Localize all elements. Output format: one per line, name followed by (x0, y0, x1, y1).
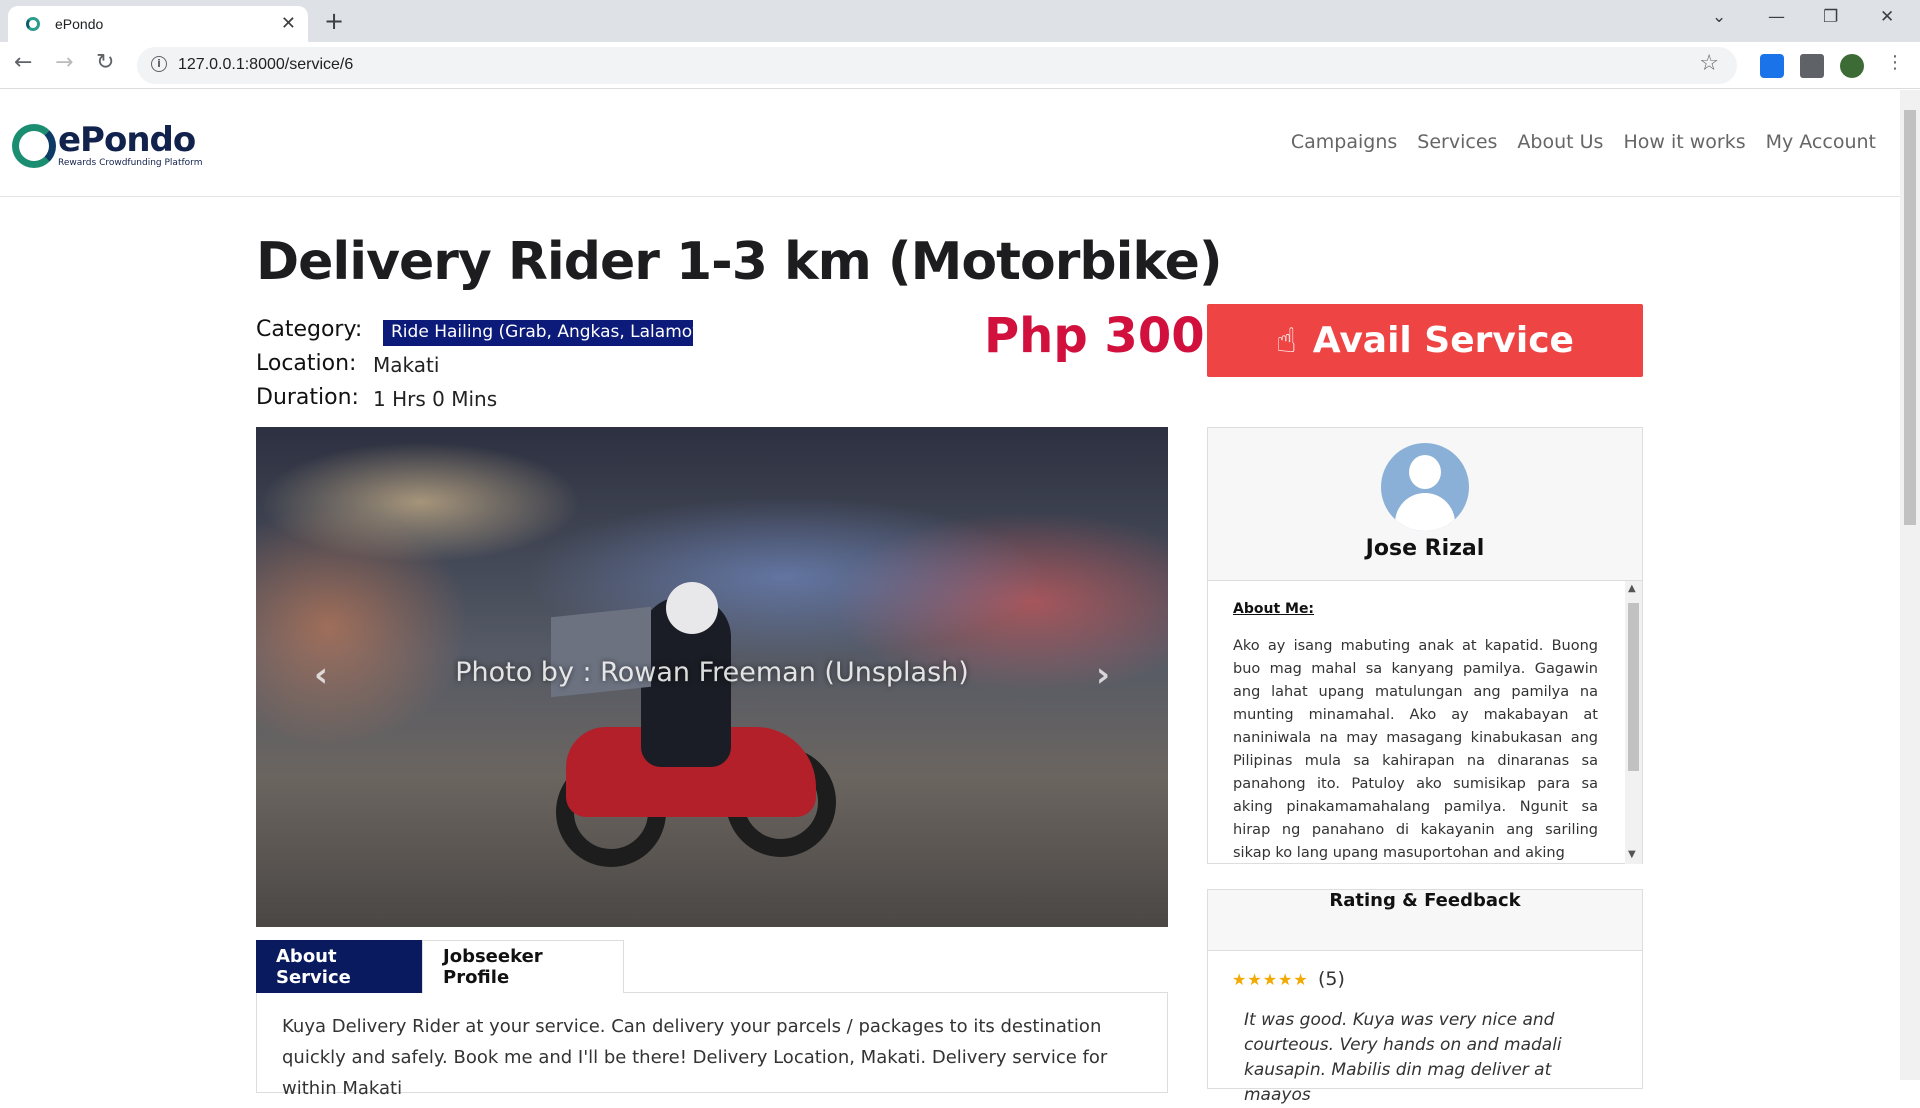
service-tabs: About Service Jobseeker Profile (256, 940, 1168, 993)
scrollbar-thumb[interactable] (1628, 603, 1639, 771)
epondo-logo-icon[interactable] (12, 124, 56, 168)
extension-icon[interactable] (1760, 54, 1784, 78)
nav-how-it-works[interactable]: How it works (1623, 131, 1745, 153)
about-me-text: Ako ay isang mabuting anak at kapatid. B… (1233, 638, 1598, 861)
nav-about-us[interactable]: About Us (1517, 131, 1603, 153)
jobseeker-card: Jose Rizal About Me: Ako ay isang mabuti… (1207, 427, 1643, 864)
user-avatar-icon (1381, 443, 1469, 531)
hand-pointer-icon: ☝ (1276, 320, 1297, 361)
scroll-down-icon[interactable]: ▼ (1628, 849, 1636, 860)
nav-my-account[interactable]: My Account (1766, 131, 1876, 153)
browser-menu-icon[interactable]: ⋮ (1886, 52, 1904, 73)
carousel-next-icon[interactable]: › (1096, 655, 1110, 695)
browser-toolbar: ← → ↻ i 127.0.0.1:8000/service/6 ☆ ⋮ (0, 42, 1920, 89)
window-close-icon[interactable]: ✕ (1880, 7, 1894, 27)
nav-campaigns[interactable]: Campaigns (1291, 131, 1397, 153)
logo-text[interactable]: ePondo (58, 120, 196, 160)
site-favicon-icon (26, 17, 40, 31)
tab-title: ePondo (55, 16, 104, 32)
avail-service-button[interactable]: ☝ Avail Service (1207, 304, 1643, 377)
bookmark-star-icon[interactable]: ☆ (1699, 51, 1719, 76)
scroll-up-icon[interactable]: ▲ (1628, 583, 1636, 594)
rating-count: (5) (1318, 968, 1345, 990)
site-header: ePondo Rewards Crowdfunding Platform Cam… (0, 90, 1900, 197)
tab-close-icon[interactable]: ✕ (281, 13, 296, 34)
page-scrollbar-thumb[interactable] (1904, 110, 1916, 525)
forward-icon[interactable]: → (55, 50, 73, 75)
category-label: Category: (256, 317, 363, 342)
tab-search-icon[interactable]: ⌄ (1712, 7, 1726, 27)
address-bar[interactable]: i 127.0.0.1:8000/service/6 ☆ (137, 47, 1737, 84)
tab-about-service[interactable]: About Service (256, 940, 422, 993)
extensions-puzzle-icon[interactable] (1800, 54, 1824, 78)
duration-label: Duration: (256, 385, 359, 410)
tab-jobseeker-profile[interactable]: Jobseeker Profile (422, 940, 624, 993)
feedback-text: It was good. Kuya was very nice and cour… (1244, 1010, 1562, 1105)
minimize-icon[interactable]: — (1768, 7, 1785, 27)
jobseeker-name: Jose Rizal (1365, 536, 1485, 561)
avail-service-label: Avail Service (1312, 320, 1574, 361)
service-price: Php 300 (984, 308, 1205, 364)
browser-tab-bar: ePondo ✕ + ⌄ — ❐ ✕ (0, 0, 1920, 42)
duration-value: 1 Hrs 0 Mins (373, 387, 498, 411)
photo-helmet (666, 582, 718, 634)
carousel-prev-icon[interactable]: ‹ (314, 655, 328, 695)
about-service-text: Kuya Delivery Rider at your service. Can… (256, 993, 1168, 1099)
carousel-caption: Photo by : Rowan Freeman (Unsplash) (455, 657, 969, 688)
back-icon[interactable]: ← (14, 50, 32, 75)
about-me-label: About Me: (1233, 601, 1315, 617)
browser-tab[interactable]: ePondo ✕ (8, 6, 308, 42)
service-image-carousel: Photo by : Rowan Freeman (Unsplash) ‹ › (256, 427, 1168, 927)
site-nav: Campaigns Services About Us How it works… (1291, 131, 1876, 153)
about-me-scroll[interactable]: About Me: Ako ay isang mabuting anak at … (1208, 581, 1642, 864)
site-info-icon[interactable]: i (151, 56, 167, 72)
rating-feedback-card: Rating & Feedback ★★★★★ (5) It was good.… (1207, 889, 1643, 1105)
category-badge: Ride Hailing (Grab, Angkas, Lalamove) (383, 320, 693, 346)
jobseeker-card-header: Jose Rizal (1208, 428, 1642, 581)
star-rating-icon: ★★★★★ (1232, 970, 1309, 989)
nav-services[interactable]: Services (1417, 131, 1497, 153)
location-value: Makati (373, 353, 440, 377)
restore-icon[interactable]: ❐ (1823, 7, 1838, 27)
address-url[interactable]: 127.0.0.1:8000/service/6 (178, 56, 353, 74)
logo-tagline: Rewards Crowdfunding Platform (58, 158, 203, 168)
new-tab-icon[interactable]: + (324, 7, 344, 35)
page-scrollbar[interactable] (1900, 90, 1920, 1080)
rating-feedback-title: Rating & Feedback (1208, 890, 1642, 951)
profile-avatar-icon[interactable] (1840, 54, 1864, 78)
page-title: Delivery Rider 1-3 km (Motorbike) (256, 232, 1223, 292)
reload-icon[interactable]: ↻ (96, 50, 114, 75)
location-label: Location: (256, 351, 357, 376)
about-me-scrollbar[interactable]: ▲ ▼ (1625, 581, 1642, 864)
